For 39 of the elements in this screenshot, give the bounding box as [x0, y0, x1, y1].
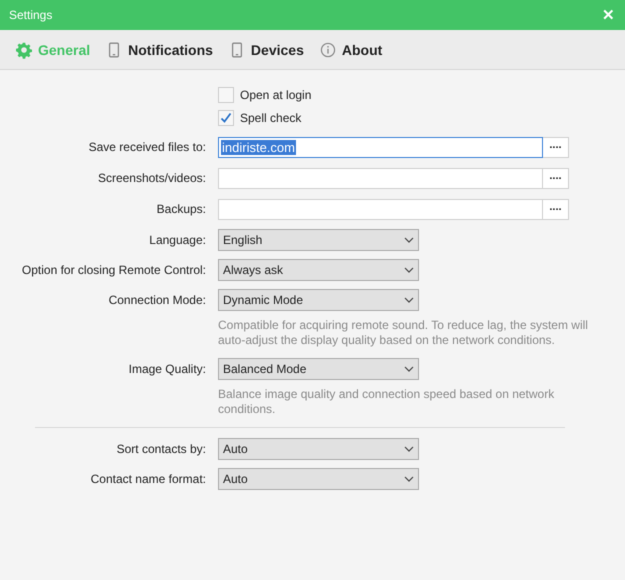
- dropdown[interactable]: Auto: [218, 468, 419, 490]
- tab[interactable]: About: [320, 40, 382, 58]
- chevron-down-icon: [404, 476, 414, 482]
- gear-icon: [16, 40, 32, 58]
- field-label: Save received files to:: [88, 140, 207, 154]
- chevron-down-icon: [404, 267, 414, 273]
- checkbox-label: Spell check: [240, 110, 302, 124]
- checkbox[interactable]: [218, 110, 234, 126]
- dropdown[interactable]: Always ask: [218, 259, 419, 281]
- field-label: Contact name format:: [90, 472, 207, 486]
- tab[interactable]: Notifications: [106, 40, 213, 58]
- checkbox[interactable]: [218, 86, 234, 102]
- field-label: Connection Mode:: [108, 293, 207, 307]
- checkbox-label: Open at login: [240, 88, 312, 102]
- dropdown[interactable]: Auto: [218, 438, 419, 460]
- info-icon: [320, 40, 336, 58]
- tab[interactable]: Devices: [228, 40, 304, 58]
- dropdown[interactable]: English: [218, 229, 419, 251]
- help-text: Compatible for acquiring remote sound. To reduce lag, the system will auto-adjust the display quality based on the network conditions.: [218, 318, 589, 348]
- chevron-down-icon: [404, 366, 414, 372]
- help-text: Balance image quality and connection speed based on network conditions.: [218, 387, 556, 417]
- field-label: Screenshots/videos:: [96, 171, 207, 185]
- chevron-down-icon: [404, 237, 414, 243]
- dropdown[interactable]: Dynamic Mode: [218, 289, 419, 311]
- field-label: Backups:: [156, 202, 207, 216]
- path-field[interactable]: indiriste.com: [218, 136, 543, 158]
- field-label: Image Quality:: [128, 362, 207, 376]
- field-label: Sort contacts by:: [116, 442, 207, 456]
- field-label: Language:: [148, 233, 207, 247]
- path-field[interactable]: [218, 168, 543, 188]
- window-title: Settings: [9, 8, 52, 22]
- path-field[interactable]: [218, 198, 543, 220]
- browse-button[interactable]: ....: [543, 198, 569, 220]
- chevron-down-icon: [404, 297, 414, 303]
- field-label: Option for closing Remote Control:: [20, 263, 207, 277]
- browse-button[interactable]: ....: [543, 168, 569, 188]
- dropdown[interactable]: Balanced Mode: [218, 358, 419, 380]
- browse-button[interactable]: ....: [543, 136, 569, 158]
- chevron-down-icon: [404, 446, 414, 452]
